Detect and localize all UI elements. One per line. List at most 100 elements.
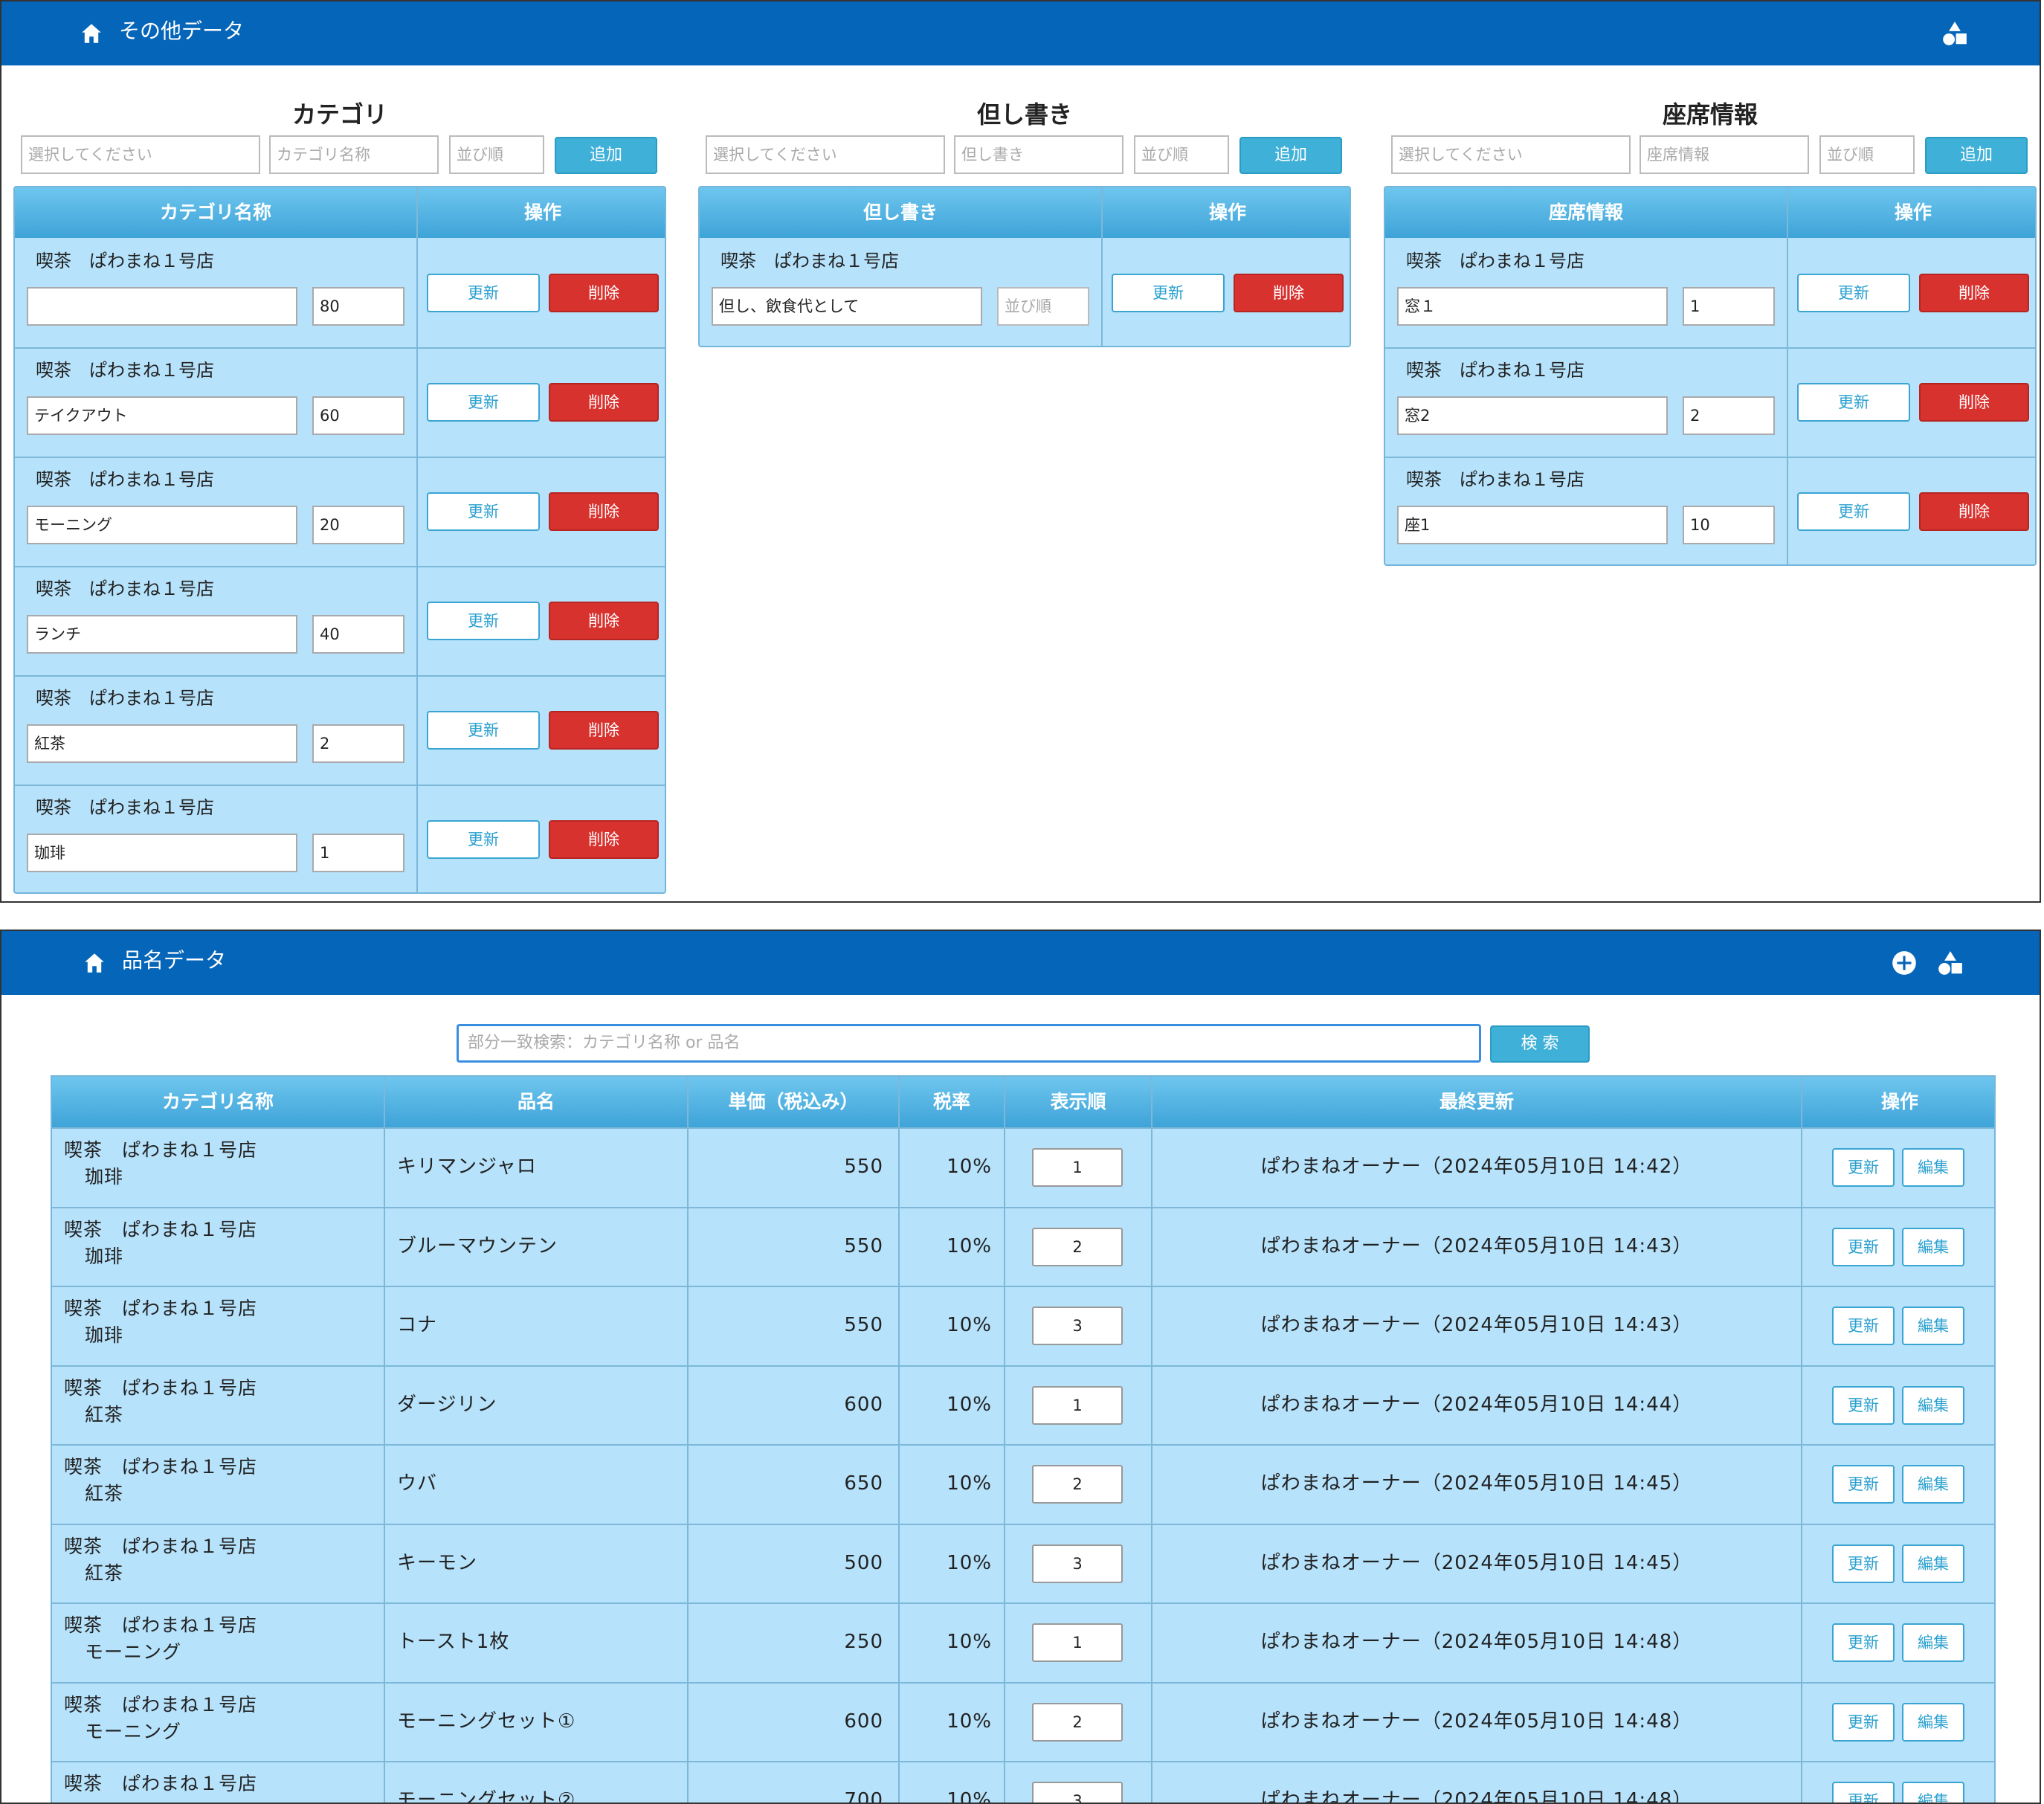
category-delete-button[interactable]: 削除 [549,274,659,312]
seat-row-shop: 喫茶 ぱわまね１号店 [1406,469,1584,490]
category-row-name-input[interactable]: 珈琲 [27,834,297,872]
item-edit-button[interactable]: 編集 [1902,1386,1964,1425]
item-category: 紅茶 [85,1562,124,1584]
category-update-button[interactable]: 更新 [427,602,540,640]
seat-update-button[interactable]: 更新 [1797,492,1910,531]
item-order-input[interactable]: 1 [1032,1386,1123,1425]
item-update-button[interactable]: 更新 [1832,1307,1895,1345]
item-update-button[interactable]: 更新 [1832,1148,1895,1187]
proviso-select-input[interactable]: 選択してください [706,135,945,174]
category-update-button[interactable]: 更新 [427,711,540,750]
item-order-input[interactable]: 3 [1032,1544,1123,1583]
category-row-name-input[interactable]: 紅茶 [27,724,297,763]
category-update-button[interactable]: 更新 [427,274,540,312]
item-order-input[interactable]: 2 [1032,1703,1123,1742]
item-edit-button[interactable]: 編集 [1902,1307,1964,1345]
item-update-button[interactable]: 更新 [1832,1228,1895,1266]
category-row-name-input[interactable]: モーニング [27,506,297,544]
category-delete-button[interactable]: 削除 [549,711,659,750]
proviso-delete-button[interactable]: 削除 [1234,274,1344,312]
category-delete-button[interactable]: 削除 [549,383,659,422]
other-data-panel: その他データ カテゴリ 選択してください カテゴリ名称 並び順 追加 カテゴリ名称 操作 喫茶… [0,0,2041,903]
category-delete-button[interactable]: 削除 [549,602,659,640]
item-update-button[interactable]: 更新 [1832,1544,1895,1583]
item-update-button[interactable]: 更新 [1832,1782,1895,1803]
seat-row-name-input[interactable]: 窓2 [1397,396,1668,435]
item-last-updated: ぱわまねオーナー（2024年05月10日 14:45） [1260,1552,1693,1574]
seat-update-button[interactable]: 更新 [1797,383,1910,422]
item-edit-button[interactable]: 編集 [1902,1544,1964,1583]
page-title: その他データ [119,19,245,43]
item-order-input[interactable]: 1 [1032,1148,1123,1187]
item-update-button[interactable]: 更新 [1832,1386,1895,1425]
category-update-button[interactable]: 更新 [427,383,540,422]
item-update-button[interactable]: 更新 [1832,1465,1895,1504]
item-tax: 10% [947,1631,992,1653]
item-order-input[interactable]: 2 [1032,1465,1123,1504]
category-row-name-input[interactable]: ランチ [27,615,297,654]
category-row-name-input[interactable] [27,287,297,326]
seat-select-input[interactable]: 選択してください [1391,135,1631,174]
category-row-order-input[interactable]: 20 [312,506,404,544]
seat-row-name-input[interactable]: 座1 [1397,506,1668,544]
seat-add-button[interactable]: 追加 [1925,137,2028,174]
search-button[interactable]: 検 索 [1490,1025,1590,1063]
category-row-name-input[interactable]: テイクアウト [27,396,297,435]
seat-update-button[interactable]: 更新 [1797,274,1910,312]
home-icon[interactable] [82,950,107,976]
seat-row-name-input[interactable]: 窓１ [1397,287,1668,326]
shapes-icon[interactable] [1941,19,1969,48]
category-row-order-input[interactable]: 80 [312,287,404,326]
item-edit-button[interactable]: 編集 [1902,1228,1964,1266]
category-row-order-input[interactable]: 1 [312,834,404,872]
home-icon[interactable] [79,21,104,46]
seat-row-order-input[interactable]: 2 [1683,396,1775,435]
shapes-icon[interactable] [1936,949,1964,977]
proviso-order-input[interactable]: 並び順 [1134,135,1229,174]
seat-name-input[interactable]: 座席情報 [1640,135,1809,174]
column-header: 単価（税込み） [689,1077,898,1127]
seat-title: 座席情報 [1662,100,1758,129]
category-row-order-input[interactable]: 2 [312,724,404,763]
item-update-button[interactable]: 更新 [1832,1623,1895,1662]
proviso-row-order-input[interactable]: 並び順 [997,287,1089,326]
seat-order-input[interactable]: 並び順 [1819,135,1915,174]
proviso-name-input[interactable]: 但し書き [954,135,1123,174]
item-category: モーニング [85,1641,182,1663]
item-order-input[interactable]: 2 [1032,1228,1123,1266]
item-edit-button[interactable]: 編集 [1902,1703,1964,1742]
item-order-input[interactable]: 3 [1032,1307,1123,1345]
category-update-button[interactable]: 更新 [427,492,540,531]
category-select-input[interactable]: 選択してください [21,135,260,174]
category-update-button[interactable]: 更新 [427,820,540,859]
seat-delete-button[interactable]: 削除 [1919,492,2029,531]
item-edit-button[interactable]: 編集 [1902,1148,1964,1187]
item-tax: 10% [947,1552,992,1574]
search-input[interactable]: 部分一致検索：カテゴリ名称 or 品名 [457,1024,1481,1063]
proviso-row-name-input[interactable]: 但し、飲食代として [712,287,982,326]
item-edit-button[interactable]: 編集 [1902,1782,1964,1803]
seat-row-order-input[interactable]: 1 [1683,287,1775,326]
item-edit-button[interactable]: 編集 [1902,1623,1964,1662]
category-add-button[interactable]: 追加 [555,137,657,174]
category-row-order-input[interactable]: 60 [312,396,404,435]
item-order-input[interactable]: 1 [1032,1623,1123,1662]
proviso-col-name: 但し書き [700,187,1101,238]
category-delete-button[interactable]: 削除 [549,820,659,859]
category-name-input[interactable]: カテゴリ名称 [269,135,439,174]
item-last-updated: ぱわまねオーナー（2024年05月10日 14:45） [1260,1472,1693,1495]
seat-row-order-input[interactable]: 10 [1683,506,1775,544]
seat-delete-button[interactable]: 削除 [1919,383,2029,422]
category-row-order-input[interactable]: 40 [312,615,404,654]
item-update-button[interactable]: 更新 [1832,1703,1895,1742]
item-order-input[interactable]: 3 [1032,1782,1123,1803]
row-divider [15,347,665,349]
category-delete-button[interactable]: 削除 [549,492,659,531]
category-order-input[interactable]: 並び順 [449,135,544,174]
seat-delete-button[interactable]: 削除 [1919,274,2029,312]
item-edit-button[interactable]: 編集 [1902,1465,1964,1504]
proviso-add-button[interactable]: 追加 [1239,137,1342,174]
table-row: 喫茶 ぱわまね１号店 珈琲 キリマンジャロ 550 10% 1 ぱわまねオーナー（2024年… [52,1127,1994,1207]
proviso-update-button[interactable]: 更新 [1112,274,1225,312]
add-circle-icon[interactable] [1890,949,1918,977]
